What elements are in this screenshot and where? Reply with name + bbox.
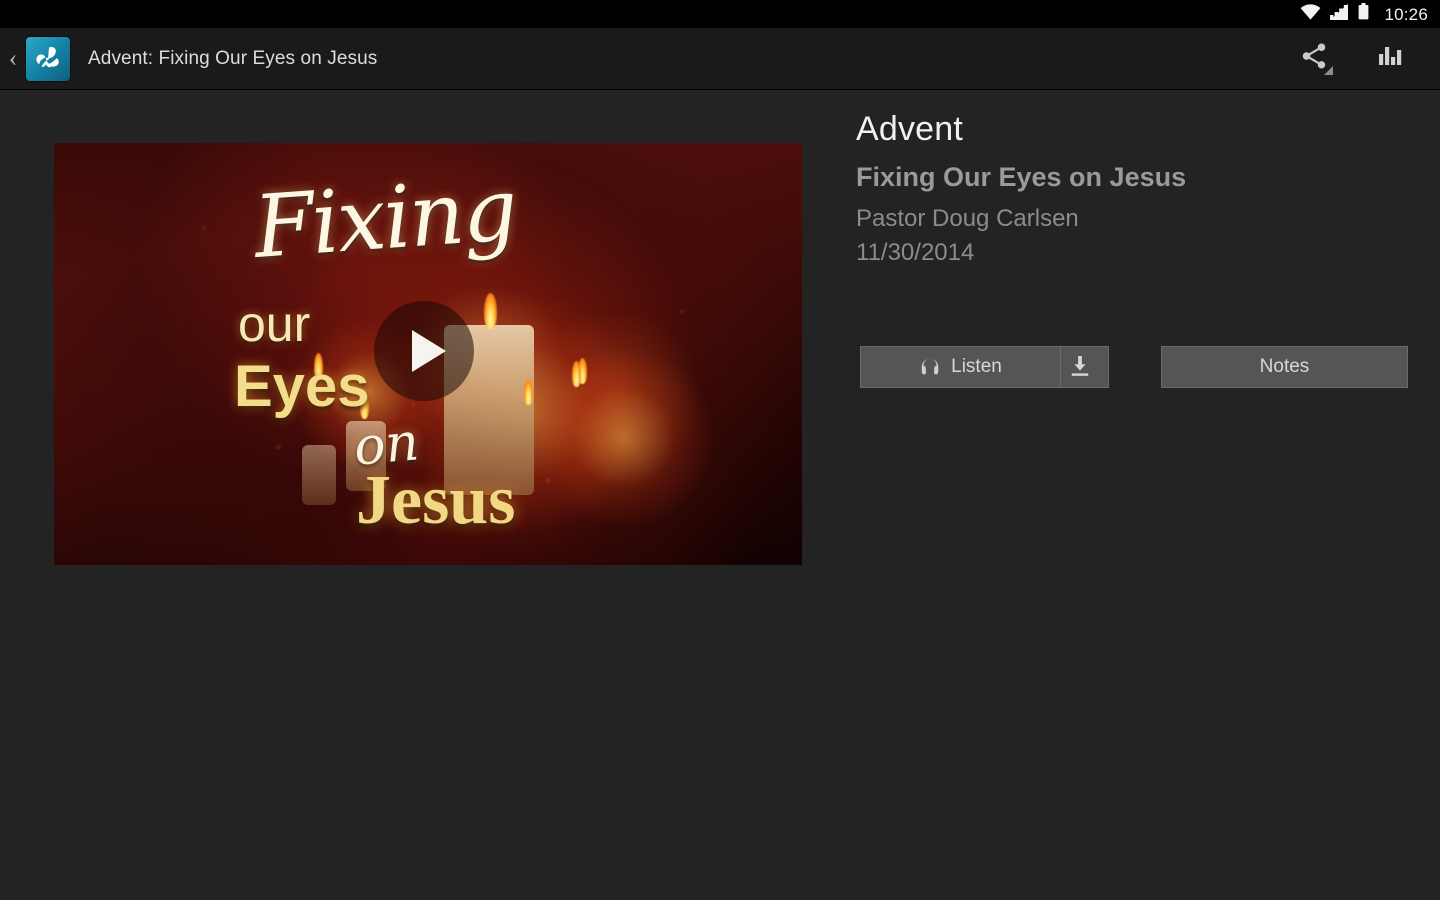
listen-button-label: Listen — [951, 356, 1002, 377]
bar-chart-icon — [1377, 43, 1403, 74]
cellular-signal-icon — [1330, 3, 1349, 25]
action-button-row: Listen Notes — [860, 346, 1408, 388]
candle-wax-upper-left — [302, 445, 336, 505]
thumbnail-text-our: our — [238, 296, 311, 352]
candle-flame-right — [524, 379, 533, 405]
play-button[interactable] — [374, 301, 474, 401]
headphones-icon — [919, 356, 941, 378]
status-bar-icons: 10:26 — [1300, 3, 1428, 25]
share-button[interactable] — [1284, 28, 1344, 90]
play-triangle-icon — [411, 330, 446, 372]
download-button[interactable] — [1060, 346, 1109, 388]
sermon-info-panel: Advent Fixing Our Eyes on Jesus Pastor D… — [856, 109, 1396, 268]
notes-button-label: Notes — [1259, 356, 1310, 377]
video-player-thumbnail[interactable]: Fixing our Eyes on Jesus — [54, 143, 802, 565]
thumbnail-text-jesus: Jesus — [356, 462, 516, 539]
candle-glow-right — [534, 348, 714, 528]
thumbnail-text-eyes: Eyes — [234, 354, 370, 419]
speaker-name: Pastor Doug Carlsen — [856, 205, 1079, 233]
battery-icon — [1358, 3, 1369, 25]
butterfly-app-icon[interactable] — [26, 36, 70, 81]
candle-flame-lower-right — [572, 361, 581, 387]
thumbnail-text-fixing: Fixing — [250, 159, 519, 279]
wifi-icon — [1300, 3, 1321, 25]
listen-button[interactable]: Listen — [860, 346, 1060, 388]
series-title: Advent — [856, 110, 964, 148]
download-icon — [1069, 355, 1091, 379]
action-bar: ‹ Advent: Fixing Our Eyes on Jesus — [0, 28, 1440, 90]
page-title: Advent: Fixing Our Eyes on Jesus — [88, 47, 378, 69]
message-title: Fixing Our Eyes on Jesus — [856, 161, 1187, 192]
share-dropdown-caret-icon[interactable] — [1324, 65, 1333, 75]
status-bar: 10:26 — [0, 0, 1440, 28]
stats-button[interactable] — [1360, 28, 1420, 90]
notes-button[interactable]: Notes — [1161, 346, 1408, 388]
back-button[interactable]: ‹ — [0, 28, 26, 90]
main-content: Fixing our Eyes on Jesus Advent Fixing O… — [0, 91, 1440, 900]
sermon-date: 11/30/2014 — [856, 238, 975, 266]
status-bar-clock: 10:26 — [1384, 4, 1428, 24]
candle-flame-center — [484, 293, 497, 329]
